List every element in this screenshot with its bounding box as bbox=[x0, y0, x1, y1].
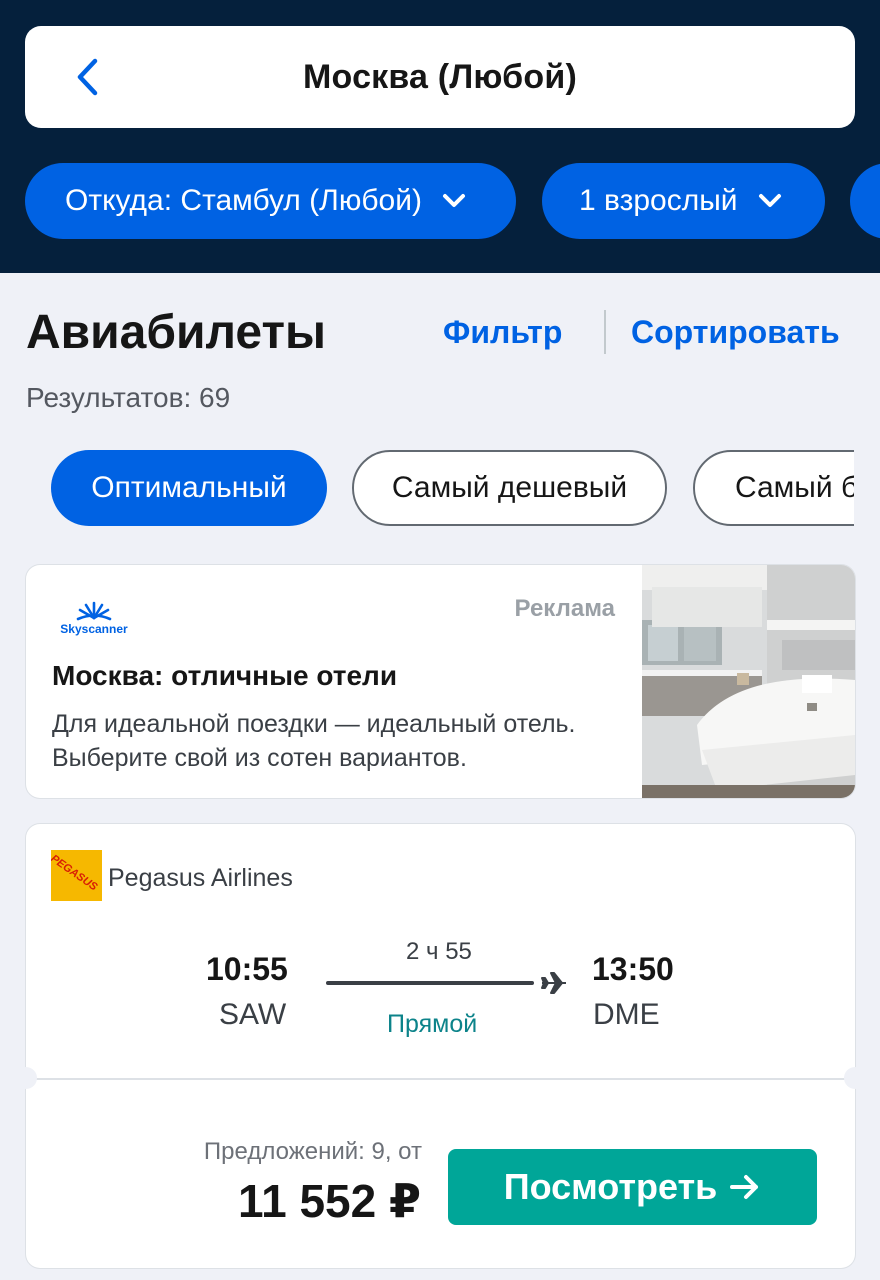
stops-label: Прямой bbox=[387, 1010, 478, 1038]
flight-result-card[interactable]: PEGASUS Pegasus Airlines 10:55 SAW 2 ч 5… bbox=[15, 824, 866, 1268]
flight-details: PEGASUS Pegasus Airlines 10:55 SAW 2 ч 5… bbox=[26, 824, 855, 1078]
ad-card[interactable]: Skyscanner Реклама Москва: отличные отел… bbox=[26, 565, 855, 798]
arrow-right-icon bbox=[729, 1172, 761, 1202]
back-button[interactable] bbox=[69, 47, 105, 107]
departure-time: 10:55 bbox=[206, 951, 288, 987]
destination-title: Москва (Любой) bbox=[303, 57, 577, 96]
filter-link[interactable]: Фильтр bbox=[443, 314, 562, 351]
plane-icon bbox=[541, 972, 566, 994]
page-title: Авиабилеты bbox=[26, 306, 326, 359]
ad-title: Москва: отличные отели bbox=[52, 660, 398, 691]
ad-text: Для идеальной поездки — идеальный отель.… bbox=[52, 710, 576, 772]
divider bbox=[604, 310, 606, 354]
more-params-pill[interactable] bbox=[850, 163, 880, 239]
ticket-notch-right bbox=[844, 1067, 866, 1089]
price-section: Предложений: 9, от 11 552 ₽ Посмотреть bbox=[26, 1080, 855, 1268]
sunburst-icon bbox=[76, 601, 112, 621]
airline-logo: PEGASUS bbox=[51, 850, 102, 901]
skyscanner-brand: Skyscanner bbox=[60, 622, 128, 636]
sort-link[interactable]: Сортировать bbox=[631, 314, 840, 351]
flight-duration: 2 ч 55 bbox=[406, 938, 472, 965]
view-button[interactable]: Посмотреть bbox=[448, 1149, 817, 1225]
passengers-label: 1 взрослый bbox=[579, 184, 738, 217]
ad-label: Реклама bbox=[514, 595, 615, 622]
tab-optimal[interactable]: Оптимальный bbox=[51, 450, 327, 526]
hotel-room-image bbox=[642, 565, 855, 798]
search-params: Откуда: Стамбул (Любой) 1 взрослый bbox=[25, 163, 880, 239]
search-summary[interactable]: Москва (Любой) bbox=[25, 26, 855, 128]
chevron-down-icon bbox=[442, 193, 466, 209]
tab-fastest[interactable]: Самый б bbox=[693, 450, 854, 526]
route-line bbox=[326, 981, 534, 985]
top-bar: Москва (Любой) Откуда: Стамбул (Любой) 1… bbox=[0, 0, 880, 273]
chevron-down-icon bbox=[758, 193, 782, 209]
airline-logo-text: PEGASUS bbox=[51, 852, 100, 894]
skyscanner-logo: Skyscanner bbox=[59, 598, 129, 638]
results-count: Результатов: 69 bbox=[26, 382, 231, 413]
ticket-notch-left bbox=[15, 1067, 37, 1089]
airline-name: Pegasus Airlines bbox=[108, 864, 293, 892]
offers-count: Предложений: 9, от bbox=[203, 1138, 422, 1165]
tab-cheapest[interactable]: Самый дешевый bbox=[352, 450, 667, 526]
view-button-label: Посмотреть bbox=[503, 1166, 718, 1207]
departure-airport: SAW bbox=[219, 998, 287, 1031]
chevron-left-icon bbox=[77, 58, 98, 96]
price: 11 552 ₽ bbox=[238, 1175, 421, 1227]
arrival-time: 13:50 bbox=[592, 951, 674, 987]
origin-label: Откуда: Стамбул (Любой) bbox=[65, 184, 422, 217]
sort-tabs: Оптимальный Самый дешевый Самый б bbox=[51, 450, 854, 526]
passengers-selector[interactable]: 1 взрослый bbox=[542, 163, 825, 239]
arrival-airport: DME bbox=[593, 998, 660, 1031]
origin-selector[interactable]: Откуда: Стамбул (Любой) bbox=[25, 163, 516, 239]
